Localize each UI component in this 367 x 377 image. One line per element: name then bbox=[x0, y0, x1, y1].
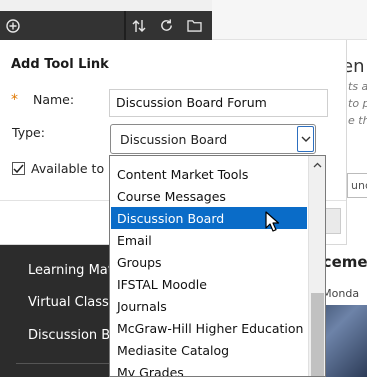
chevron-down-icon[interactable] bbox=[297, 126, 314, 152]
scroll-up-icon[interactable] bbox=[309, 156, 325, 173]
refresh-icon[interactable] bbox=[153, 11, 179, 40]
dropdown-option[interactable]: Course Messages bbox=[111, 185, 307, 207]
dropdown-option[interactable]: Journals bbox=[111, 295, 307, 317]
name-input[interactable]: Discussion Board Forum bbox=[109, 89, 328, 117]
dropdown-option[interactable]: My Grades bbox=[111, 361, 307, 376]
type-select[interactable]: Discussion Board bbox=[110, 124, 316, 154]
dropdown-option[interactable]: Groups bbox=[111, 251, 307, 273]
folder-icon[interactable] bbox=[181, 11, 207, 40]
sort-arrows-icon[interactable] bbox=[126, 11, 152, 40]
type-select-value: Discussion Board bbox=[120, 132, 228, 147]
add-icon[interactable] bbox=[0, 11, 26, 40]
panel-title: Add Tool Link bbox=[11, 57, 109, 72]
intro-text-fragment: e th bbox=[348, 114, 367, 127]
dropdown-option[interactable]: McGraw-Hill Higher Education bbox=[111, 317, 307, 339]
dropdown-option[interactable]: IFSTAL Moodle bbox=[111, 273, 307, 295]
type-label: Type: bbox=[12, 125, 45, 140]
dropdown-scrollbar[interactable] bbox=[308, 156, 325, 376]
scrollbar-thumb[interactable] bbox=[311, 293, 324, 376]
toolbar-light-area bbox=[212, 0, 367, 40]
dropdown-option[interactable]: Content Market Tools bbox=[111, 163, 307, 185]
intro-text-fragment: to p bbox=[348, 97, 367, 110]
background-button[interactable]: unc bbox=[347, 173, 367, 198]
type-dropdown-list[interactable]: Content Market Tools Course Messages Dis… bbox=[109, 155, 326, 377]
dropdown-option[interactable]: Mediasite Catalog bbox=[111, 339, 307, 361]
available-checkbox[interactable] bbox=[12, 162, 25, 175]
available-label: Available to U bbox=[31, 161, 109, 176]
name-label: Name: bbox=[33, 92, 75, 107]
intro-text-fragment: ts a bbox=[348, 80, 367, 93]
checkmark-icon bbox=[13, 164, 24, 173]
required-marker: * bbox=[11, 92, 18, 108]
mouse-pointer-icon bbox=[265, 211, 280, 232]
